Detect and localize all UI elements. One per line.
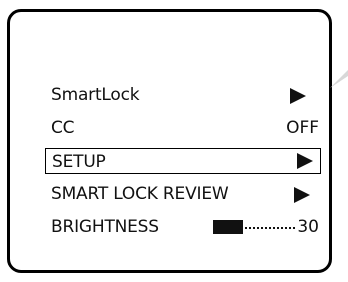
tv-screen-frame: SmartLock CC OFF SETUP SMART LOCK REVIEW… xyxy=(7,9,332,273)
menu-item-brightness[interactable]: BRIGHTNESS 30 xyxy=(45,214,321,240)
menu-item-setup[interactable]: SETUP xyxy=(45,148,321,174)
brightness-slider-fill xyxy=(213,220,243,234)
menu-item-smart-lock-review[interactable]: SMART LOCK REVIEW xyxy=(45,181,321,207)
menu-item-cc[interactable]: CC OFF xyxy=(45,115,321,141)
menu-item-label: SmartLock xyxy=(51,85,140,105)
menu-item-label: CC xyxy=(51,118,75,138)
menu-item-label: SMART LOCK REVIEW xyxy=(51,184,229,204)
brightness-value: 30 xyxy=(297,217,319,237)
right-arrow-icon xyxy=(290,88,306,104)
right-arrow-icon xyxy=(297,153,313,169)
menu-item-label: BRIGHTNESS xyxy=(51,217,159,237)
menu-item-smartlock[interactable]: SmartLock xyxy=(45,82,321,108)
menu-item-label: SETUP xyxy=(52,152,106,172)
right-arrow-icon xyxy=(294,187,310,203)
on-screen-menu: SmartLock CC OFF SETUP SMART LOCK REVIEW… xyxy=(10,12,329,270)
decorative-edge-mark xyxy=(330,70,348,88)
menu-item-value: OFF xyxy=(286,118,319,138)
